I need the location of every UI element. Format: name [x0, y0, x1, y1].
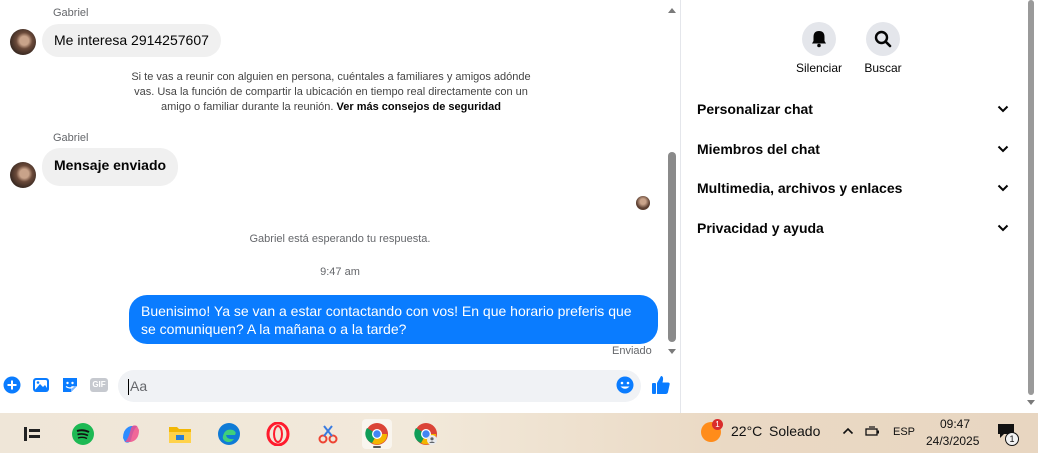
search-button[interactable]: Buscar	[853, 22, 913, 75]
section-label: Multimedia, archivos y enlaces	[697, 180, 903, 196]
gif-icon[interactable]: GIF	[90, 378, 108, 392]
snipping-icon[interactable]	[313, 419, 343, 449]
weather-badge: 1	[712, 419, 723, 430]
page-scroll-down-icon[interactable]	[1027, 400, 1035, 405]
scroll-down-icon[interactable]	[668, 349, 676, 354]
section-customize-chat[interactable]: Personalizar chat	[697, 101, 1009, 125]
chevron-down-icon	[997, 145, 1009, 153]
text-caret	[128, 379, 129, 396]
safety-tips-link[interactable]: Ver más consejos de seguridad	[337, 101, 501, 113]
section-privacy-help[interactable]: Privacidad y ayuda	[697, 220, 1009, 244]
outgoing-message[interactable]: Buenisimo! Ya se van a estar contactando…	[129, 295, 658, 344]
opera-icon[interactable]	[263, 419, 293, 449]
seen-avatar	[636, 196, 650, 210]
section-label: Privacidad y ayuda	[697, 220, 824, 236]
emoji-icon[interactable]	[616, 376, 634, 394]
mute-label: Silenciar	[795, 61, 843, 75]
chevron-down-icon	[997, 224, 1009, 232]
weather-temperature[interactable]: 22°C	[731, 423, 762, 439]
page-scrollbar[interactable]	[1025, 0, 1038, 413]
incoming-message[interactable]: Mensaje enviado	[42, 148, 179, 186]
section-label: Miembros del chat	[697, 141, 820, 157]
notifications-icon[interactable]: 1	[997, 423, 1019, 446]
mute-button[interactable]: Silenciar	[789, 22, 849, 75]
message-input-placeholder: Aa	[130, 378, 148, 394]
weather-sun-icon[interactable]: 1	[701, 419, 723, 442]
section-label: Personalizar chat	[697, 101, 813, 117]
chevron-up-icon[interactable]	[842, 427, 854, 435]
chat-scrollbar[interactable]	[666, 4, 678, 356]
task-view-icon[interactable]	[17, 419, 47, 449]
safety-notice: Si te vas a reunir con alguien en person…	[124, 70, 538, 115]
clock-time[interactable]: 09:47	[940, 417, 970, 431]
edge-icon[interactable]	[214, 419, 244, 449]
section-media-files-links[interactable]: Multimedia, archivos y enlaces	[697, 180, 1009, 204]
message-input[interactable]: Aa	[118, 370, 641, 402]
sender-name: Gabriel	[53, 7, 89, 19]
message-timestamp: 9:47 am	[320, 266, 360, 278]
chat-thread: Gabriel Me interesa 2914257607 Si te vas…	[0, 0, 668, 413]
delivery-status: Enviado	[612, 345, 652, 357]
sticker-icon[interactable]	[61, 376, 79, 394]
language-indicator[interactable]: ESP	[893, 426, 915, 438]
avatar[interactable]	[10, 29, 36, 55]
copilot-icon[interactable]	[116, 419, 146, 449]
sender-name: Gabriel	[53, 132, 89, 144]
search-label: Buscar	[864, 61, 902, 75]
avatar[interactable]	[10, 162, 36, 188]
spotify-icon[interactable]	[68, 419, 98, 449]
file-explorer-icon[interactable]	[165, 419, 195, 449]
taskbar: 1 22°C Soleado ESP 09:47 24/3/2025 1	[0, 413, 1038, 453]
photo-icon[interactable]	[32, 376, 50, 394]
chevron-down-icon	[997, 184, 1009, 192]
bell-icon	[812, 31, 826, 48]
chrome-icon[interactable]	[362, 419, 392, 449]
chat-info-panel: Silenciar Buscar Personalizar chat Miemb…	[681, 0, 1025, 413]
waiting-note: Gabriel está esperando tu respuesta.	[249, 233, 431, 245]
network-icon[interactable]	[865, 425, 881, 439]
notification-count: 1	[1005, 432, 1019, 446]
clock-date[interactable]: 24/3/2025	[926, 434, 979, 448]
scroll-thumb[interactable]	[668, 152, 676, 342]
like-icon[interactable]	[650, 374, 672, 396]
section-chat-members[interactable]: Miembros del chat	[697, 141, 1009, 165]
chevron-down-icon	[997, 105, 1009, 113]
chrome-profile-icon[interactable]	[411, 419, 441, 449]
search-icon	[874, 30, 892, 48]
add-icon[interactable]	[3, 376, 21, 394]
page-scroll-thumb[interactable]	[1028, 0, 1034, 395]
incoming-message[interactable]: Me interesa 2914257607	[42, 24, 221, 57]
scroll-up-icon[interactable]	[668, 8, 676, 13]
message-composer: GIF Aa	[0, 367, 680, 405]
weather-condition[interactable]: Soleado	[769, 423, 820, 439]
